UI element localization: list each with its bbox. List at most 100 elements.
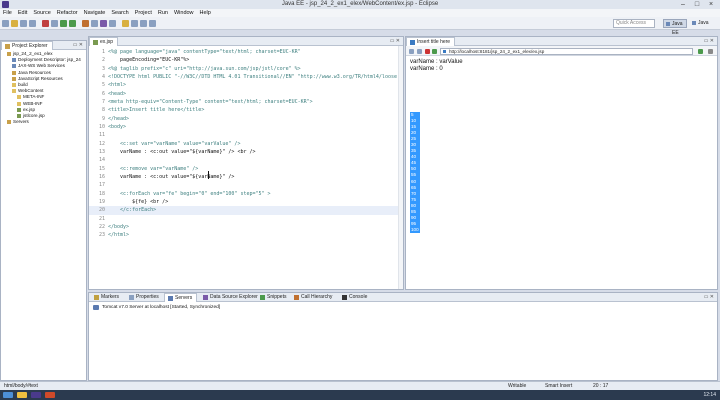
- url-input[interactable]: http://localhost:8181/jsp_24_2_ex1_elex/…: [440, 48, 693, 55]
- new-icon[interactable]: [2, 20, 9, 27]
- tree-node-icon: [12, 70, 16, 75]
- overview-ruler[interactable]: [398, 46, 403, 289]
- menu-refactor[interactable]: Refactor: [54, 9, 81, 17]
- run-icon[interactable]: [69, 20, 76, 27]
- tab-console[interactable]: Console: [339, 293, 371, 302]
- tab-label: ex.jsp: [100, 39, 114, 45]
- view-controls[interactable]: ▭ ✕: [390, 38, 400, 44]
- back-icon[interactable]: [409, 49, 414, 54]
- code-line[interactable]: 7 <meta http-equiv="Content-Type" content…: [89, 98, 403, 106]
- code-line[interactable]: 15 <c:remove var="varName" />: [89, 165, 403, 173]
- maximize-button[interactable]: □: [690, 0, 704, 9]
- code-line[interactable]: 22 </body>: [89, 223, 403, 231]
- server-entry[interactable]: Tomcat v7.0 Server at localhost [Started…: [93, 304, 220, 311]
- app-icon[interactable]: [45, 392, 55, 398]
- tree-node-icon: [12, 89, 16, 94]
- build-icon[interactable]: [51, 20, 58, 27]
- tab-ex-jsp[interactable]: ex.jsp: [89, 37, 119, 46]
- code-line[interactable]: 8 <title>Insert title here</title>: [89, 106, 403, 114]
- eclipse-app-icon[interactable]: [31, 392, 41, 398]
- menu-project[interactable]: Project: [132, 9, 155, 17]
- close-button[interactable]: ×: [704, 0, 718, 9]
- code-line[interactable]: 6 <head>: [89, 90, 403, 98]
- code-area[interactable]: 1 <%@ page language="java" contentType="t…: [89, 46, 403, 289]
- menu-edit[interactable]: Edit: [15, 9, 30, 17]
- code-line[interactable]: 11: [89, 131, 403, 139]
- stop-icon[interactable]: [425, 49, 430, 54]
- code-line[interactable]: 9 </head>: [89, 115, 403, 123]
- view-controls[interactable]: ▭ ✕: [704, 294, 714, 300]
- line-number: 21: [98, 215, 105, 222]
- code-line[interactable]: 4 <!DOCTYPE html PUBLIC "-//W3C//DTD HTML…: [89, 73, 403, 81]
- external-tools-icon[interactable]: [82, 20, 89, 27]
- menu-navigate[interactable]: Navigate: [81, 9, 109, 17]
- selected-output[interactable]: 5 10 15 20 25 30 35 40 45 50 55 60 65 70 75 80 85 90 95 100: [410, 112, 420, 233]
- code-line[interactable]: 21: [89, 215, 403, 223]
- back-icon[interactable]: [131, 20, 138, 27]
- tree-node-icon: [17, 113, 21, 118]
- open-folder-icon[interactable]: [122, 20, 129, 27]
- line-text: <meta http-equiv="Content-Type" content=…: [108, 98, 313, 105]
- go-icon[interactable]: [698, 49, 703, 54]
- search-icon[interactable]: [109, 20, 116, 27]
- menu-help[interactable]: Help: [197, 9, 214, 17]
- code-line[interactable]: 18 <c:forEach var="fe" begin="0" end="10…: [89, 190, 403, 198]
- tab-call-hierarchy[interactable]: Call Hierarchy: [291, 293, 336, 302]
- debug-icon[interactable]: [60, 20, 67, 27]
- code-line[interactable]: 3 <%@ taglib prefix="c" uri="http://java.…: [89, 65, 403, 73]
- quick-access-input[interactable]: Quick Access: [613, 19, 655, 28]
- code-line[interactable]: 14: [89, 156, 403, 164]
- new-class-icon[interactable]: [91, 20, 98, 27]
- new-package-icon[interactable]: [100, 20, 107, 27]
- code-line[interactable]: 20 </c:forEach>: [89, 206, 403, 215]
- code-line[interactable]: 17: [89, 181, 403, 189]
- tab-icon: [203, 295, 208, 300]
- pin-icon[interactable]: [149, 20, 156, 27]
- code-line[interactable]: 5 <html>: [89, 81, 403, 89]
- start-icon[interactable]: [3, 392, 13, 398]
- code-line[interactable]: 16 varName : <c:out value="${varName}" /…: [89, 173, 403, 181]
- line-number: 19: [98, 198, 105, 205]
- tab-markers[interactable]: Markers: [91, 293, 123, 302]
- menu-source[interactable]: Source: [30, 9, 53, 17]
- print-icon[interactable]: [20, 20, 27, 27]
- tab-insert-title-here[interactable]: Insert title here: [406, 37, 456, 46]
- tab-icon: [342, 295, 347, 300]
- internal-browser: Insert title here ▭ ✕ http://localhost:8…: [405, 36, 718, 290]
- minimize-button[interactable]: –: [676, 0, 690, 9]
- tab-snippets[interactable]: Snippets: [257, 293, 290, 302]
- tab-project-explorer[interactable]: Project Explorer: [1, 41, 53, 50]
- code-line[interactable]: 1 <%@ page language="java" contentType="t…: [89, 48, 403, 56]
- refresh-icon[interactable]: [432, 49, 437, 54]
- tab-properties[interactable]: Properties: [126, 293, 163, 302]
- menu-window[interactable]: Window: [171, 9, 197, 17]
- view-controls[interactable]: ▭ ✕: [73, 42, 83, 48]
- tab-data-source-explorer[interactable]: Data Source Explorer: [200, 293, 262, 302]
- code-line[interactable]: 23 </html>: [89, 231, 403, 239]
- menu-search[interactable]: Search: [108, 9, 131, 17]
- tab-servers[interactable]: Servers: [164, 293, 198, 302]
- forward-icon[interactable]: [417, 49, 422, 54]
- code-line[interactable]: 19 ${fe} <br />: [89, 198, 403, 206]
- perspective-java[interactable]: Java: [690, 19, 712, 28]
- bottom-tabbar: ▭ ✕ Markers Properties Servers Data Source …: [89, 293, 717, 302]
- view-controls[interactable]: ▭ ✕: [704, 38, 714, 44]
- code-line[interactable]: 13 varName : <c:out value="${varName}" /…: [89, 148, 403, 156]
- browser-menu-icon[interactable]: [708, 49, 713, 54]
- line-text: <c:set var="varName" value="varValue" />: [108, 140, 241, 147]
- code-line[interactable]: 10 <body>: [89, 123, 403, 131]
- menu-file[interactable]: File: [0, 9, 15, 17]
- menu-run[interactable]: Run: [155, 9, 171, 17]
- save-icon[interactable]: [11, 20, 18, 27]
- code-line[interactable]: 2 pageEncoding="EUC-KR"%>: [89, 56, 403, 64]
- perspective-java-ee[interactable]: Java EE: [663, 19, 687, 36]
- forward-icon[interactable]: [140, 20, 147, 27]
- server-icon[interactable]: [29, 20, 36, 27]
- tree-node-icon: [17, 107, 21, 112]
- code-line[interactable]: 12 <c:set var="varName" value="varValue"…: [89, 140, 403, 148]
- tree-item-label: Servers: [13, 119, 29, 125]
- tree-item[interactable]: Servers: [3, 119, 86, 125]
- line-text: <title>Insert title here</title>: [108, 107, 205, 114]
- explorer-app-icon[interactable]: [17, 392, 27, 398]
- stop-icon[interactable]: [42, 20, 49, 27]
